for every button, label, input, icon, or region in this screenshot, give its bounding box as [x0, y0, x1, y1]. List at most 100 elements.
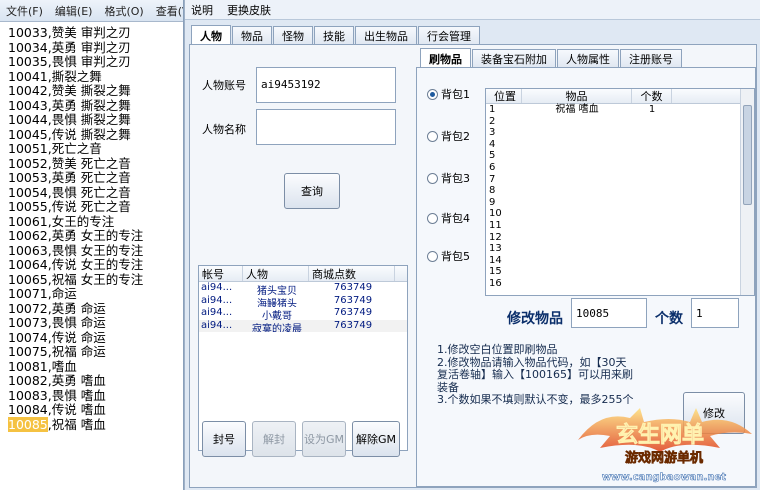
subtab-gems[interactable]: 装备宝石附加	[472, 49, 556, 68]
notepad-line: 10033,赞美 审判之刃	[8, 25, 131, 40]
character-row[interactable]: ai94... 猪头宝贝 763749	[199, 282, 407, 295]
modify-button[interactable]: 修改	[683, 392, 745, 434]
name-input[interactable]	[256, 109, 396, 145]
bag-3-radio[interactable]: 背包3	[427, 170, 470, 186]
cell-slot: 4	[489, 138, 496, 150]
item-row[interactable]: 2	[486, 116, 754, 128]
tab-birth-items[interactable]: 出生物品	[355, 26, 417, 45]
bag-4-radio[interactable]: 背包4	[427, 210, 470, 226]
bag-5-label: 背包5	[441, 250, 470, 263]
menu-view[interactable]: 查看(V	[156, 3, 183, 19]
account-input[interactable]: ai9453192	[256, 67, 396, 103]
menu-file[interactable]: 文件(F)	[6, 3, 43, 19]
item-row[interactable]: 9	[486, 197, 754, 209]
item-row[interactable]: 14	[486, 255, 754, 267]
selected-code: 10085	[8, 416, 48, 432]
cell-account: ai94...	[201, 294, 233, 306]
bag-5-radio[interactable]: 背包5	[427, 248, 470, 264]
menu-skin[interactable]: 更换皮肤	[227, 2, 271, 18]
character-row[interactable]: ai94... 寂寞的凌晨 763749	[199, 319, 407, 332]
menu-help[interactable]: 说明	[191, 2, 213, 18]
cell-count	[632, 255, 672, 267]
character-row[interactable]: ai94... 海鳗猪头 763749	[199, 295, 407, 308]
cell-count	[632, 278, 672, 290]
item-row[interactable]: 13	[486, 243, 754, 255]
tab-character[interactable]: 人物	[191, 25, 231, 46]
cell-item	[522, 174, 632, 186]
item-row[interactable]: 16	[486, 278, 754, 290]
add-items-panel: 背包1 背包2 背包3 背包4 背包5 位置 物品 个数 1 祝福 嗜血 1 2 3 4 5…	[416, 67, 756, 487]
item-code-input[interactable]: 10085	[571, 298, 647, 328]
item-row[interactable]: 3	[486, 127, 754, 139]
notepad-line: 10055,传说 死亡之音	[8, 199, 131, 214]
ban-button[interactable]: 封号	[202, 421, 246, 457]
set-gm-button[interactable]: 设为GM	[302, 421, 346, 457]
subtab-register[interactable]: 注册账号	[620, 49, 682, 68]
main-menubar: 说明 更换皮肤	[185, 0, 760, 20]
bag-1-radio[interactable]: 背包1	[427, 86, 470, 102]
item-row[interactable]: 15	[486, 266, 754, 278]
item-row[interactable]: 1 祝福 嗜血 1	[486, 104, 754, 116]
tab-guild[interactable]: 行会管理	[418, 26, 480, 45]
notepad-text-area[interactable]: 10033,赞美 审判之刃 10034,英勇 审判之刃 10035,畏惧 审判之刃 1…	[0, 22, 183, 490]
cell-slot: 2	[489, 115, 496, 127]
cell-slot: 7	[489, 173, 496, 185]
item-row[interactable]: 7	[486, 174, 754, 186]
item-count-input[interactable]: 1	[691, 298, 739, 328]
character-row[interactable]: ai94... 小戴哥 763749	[199, 307, 407, 320]
item-row[interactable]: 6	[486, 162, 754, 174]
cell-account: ai94...	[201, 319, 233, 331]
bag-1-label: 背包1	[441, 88, 470, 101]
cell-slot: 13	[489, 243, 502, 255]
col-character[interactable]: 人物	[243, 266, 309, 281]
character-panel: 人物账号 ai9453192 人物名称 查询 帐号 人物 商城点数 ai94..…	[189, 44, 757, 488]
tab-monsters[interactable]: 怪物	[273, 26, 313, 45]
col-item[interactable]: 物品	[522, 89, 632, 103]
unban-button[interactable]: 解封	[252, 421, 296, 457]
cell-count	[632, 162, 672, 174]
menu-edit[interactable]: 编辑(E)	[55, 3, 93, 19]
cell-slot: 1	[489, 104, 496, 115]
item-row[interactable]: 11	[486, 220, 754, 232]
cell-count: 1	[648, 104, 656, 115]
tab-items[interactable]: 物品	[232, 26, 272, 45]
subtab-attributes[interactable]: 人物属性	[557, 49, 619, 68]
notepad-line: 10042,赞美 撕裂之舞	[8, 83, 131, 98]
col-count[interactable]: 个数	[632, 89, 672, 103]
cell-points: 763749	[333, 282, 373, 293]
notepad-menubar: 文件(F) 编辑(E) 格式(O) 查看(V	[0, 0, 183, 22]
col-mall-points[interactable]: 商城点数	[309, 266, 395, 281]
col-slot[interactable]: 位置	[486, 89, 522, 103]
item-table-scrollbar[interactable]	[740, 89, 754, 295]
cell-points: 763749	[333, 319, 373, 331]
tab-skills[interactable]: 技能	[314, 26, 354, 45]
query-button[interactable]: 查询	[284, 173, 340, 209]
cell-count	[632, 232, 672, 244]
notepad-line: 10051,死亡之音	[8, 141, 102, 156]
cell-slot: 3	[489, 127, 496, 139]
bag-2-label: 背包2	[441, 130, 470, 143]
cell-item	[522, 243, 632, 255]
cell-item	[522, 266, 632, 278]
cell-points: 763749	[333, 294, 373, 306]
cell-character: 海鳗猪头	[257, 298, 297, 308]
item-row[interactable]: 10	[486, 208, 754, 220]
cell-item	[522, 232, 632, 244]
sub-tabs: 刷物品 装备宝石附加 人物属性 注册账号	[420, 47, 683, 69]
item-row[interactable]: 5	[486, 150, 754, 162]
subtab-add-items[interactable]: 刷物品	[420, 48, 471, 69]
bag-2-radio[interactable]: 背包2	[427, 128, 470, 144]
item-row[interactable]: 8	[486, 185, 754, 197]
gm-tool-window: 说明 更换皮肤 人物 物品 怪物 技能 出生物品 行会管理 人物账号 ai945…	[184, 0, 760, 490]
modify-item-label: 修改物品	[507, 311, 563, 327]
scrollbar-thumb[interactable]	[743, 105, 752, 205]
account-label: 人物账号	[202, 79, 246, 92]
cell-slot: 11	[489, 219, 502, 231]
item-row[interactable]: 12	[486, 232, 754, 244]
item-row[interactable]: 4	[486, 139, 754, 151]
cell-item	[522, 162, 632, 174]
menu-format[interactable]: 格式(O)	[104, 3, 143, 19]
unset-gm-button[interactable]: 解除GM	[352, 421, 400, 457]
col-account[interactable]: 帐号	[199, 266, 243, 281]
item-table-header: 位置 物品 个数	[486, 89, 754, 104]
